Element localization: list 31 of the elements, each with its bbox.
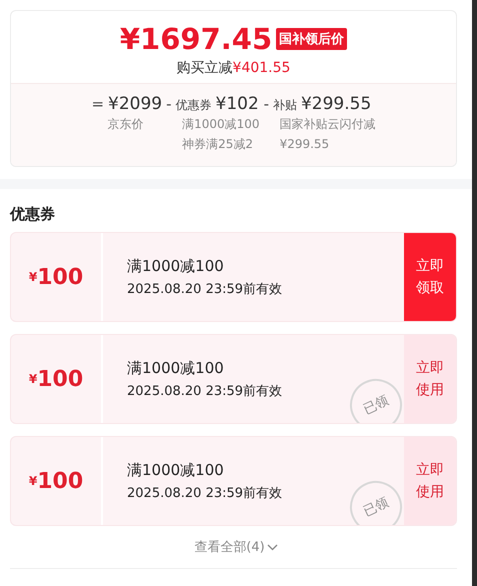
chevron-down-icon	[266, 544, 278, 550]
breakdown-label: 优惠券	[176, 97, 212, 114]
coupon-amount: ¥100	[11, 437, 103, 525]
section-title: 优惠券	[10, 205, 56, 224]
coupon-button[interactable]: 立即使用	[404, 335, 456, 423]
coupon-amount: ¥100	[11, 335, 103, 423]
coupon-validity: 2025.08.20 23:59前有效	[127, 382, 284, 400]
coupon-button[interactable]: 立即使用	[404, 437, 456, 525]
operator: -	[166, 95, 172, 113]
coupon-validity: 2025.08.20 23:59前有效	[127, 484, 284, 502]
discount-text: 购买立减¥401.55	[176, 59, 290, 77]
coupon-condition: 满1000减100	[127, 460, 225, 480]
coupon-amount: ¥100	[11, 233, 103, 321]
coupon-validity: 2025.08.20 23:59前有效	[127, 280, 284, 298]
breakdown-value: ¥299.55	[300, 94, 372, 114]
view-all-link[interactable]: 查看全部(4)	[194, 538, 278, 556]
coupon-button[interactable]: 立即领取	[404, 233, 456, 321]
breakdown-label: 补贴	[272, 97, 297, 114]
operator: =	[91, 95, 104, 113]
breakdown-note: 满1000减100	[182, 116, 260, 133]
breakdown-value: ¥2099	[108, 94, 162, 114]
breakdown-value: ¥102	[216, 94, 259, 114]
breakdown-note: 京东价	[107, 116, 144, 133]
scrollbar[interactable]	[472, 0, 477, 586]
final-price: ¥1697.45	[120, 21, 272, 57]
coupon-condition: 满1000减100	[127, 256, 225, 276]
breakdown-note: 神券满25减2	[182, 136, 254, 153]
coupon-condition: 满1000减100	[127, 358, 225, 378]
breakdown-note: 国家补贴云闪付减¥299.55	[280, 116, 376, 153]
operator: -	[264, 95, 269, 113]
price-badge: 国补领后价	[276, 28, 348, 50]
